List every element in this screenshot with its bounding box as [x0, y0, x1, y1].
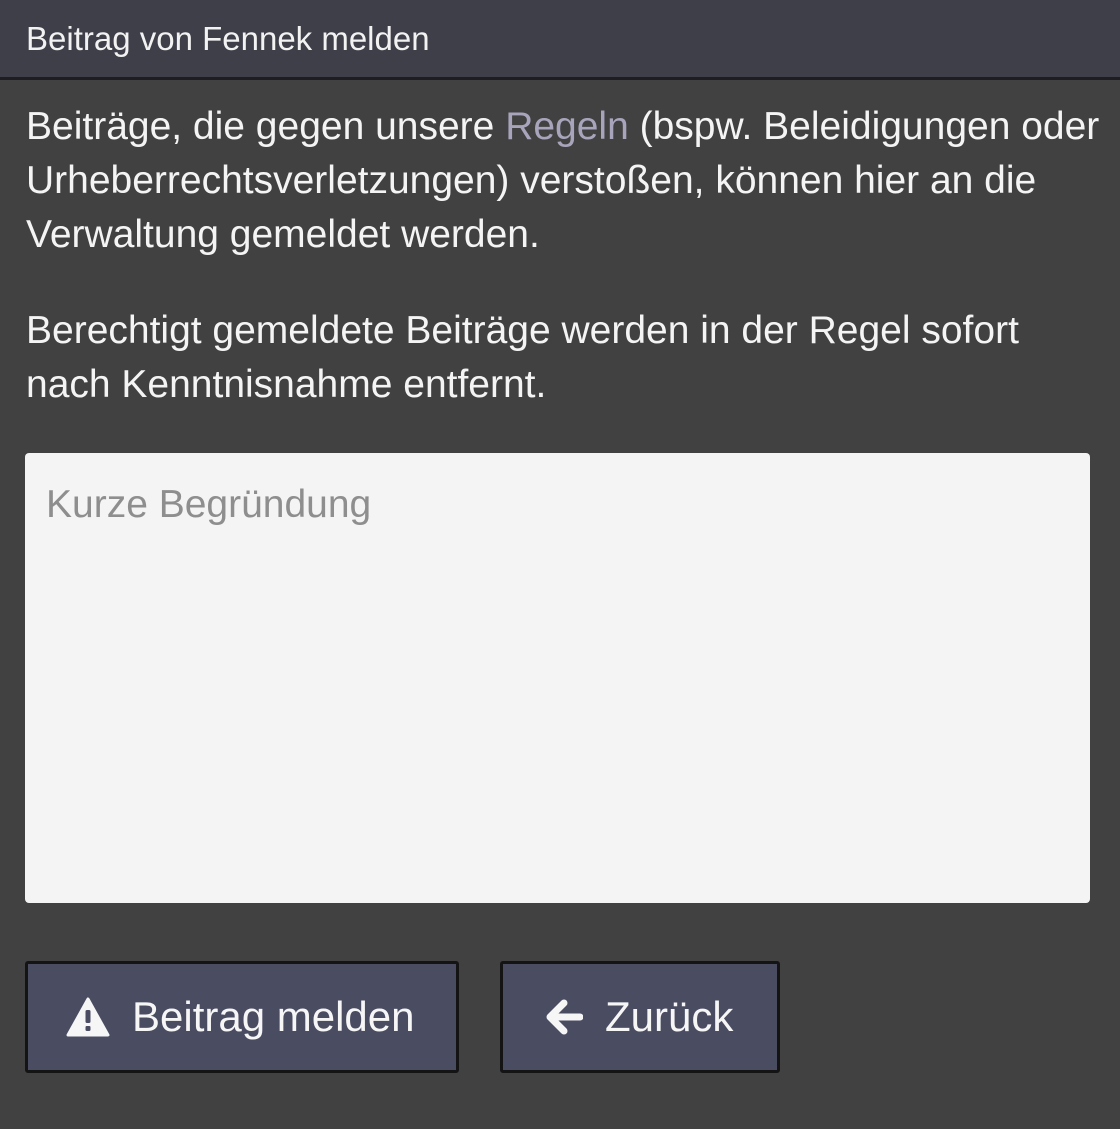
rules-link[interactable]: Regeln	[505, 105, 629, 148]
back-button-label: Zurück	[605, 993, 734, 1040]
report-post-button-label: Beitrag melden	[132, 993, 415, 1040]
warning-icon	[66, 997, 110, 1037]
report-post-button[interactable]: Beitrag melden	[25, 961, 459, 1073]
dialog-header: Beitrag von Fennek melden	[0, 0, 1120, 80]
reason-textarea[interactable]	[25, 453, 1090, 903]
back-button[interactable]: Zurück	[500, 961, 780, 1073]
dialog-title: Beitrag von Fennek melden	[26, 20, 430, 57]
intro-text: Beiträge, die gegen unsere Regeln (bspw.…	[26, 100, 1101, 262]
intro-text-before-link: Beiträge, die gegen unsere	[26, 105, 506, 148]
arrow-left-icon	[545, 998, 583, 1036]
removal-notice: Berechtigt gemeldete Beiträge werden in …	[26, 309, 1019, 406]
